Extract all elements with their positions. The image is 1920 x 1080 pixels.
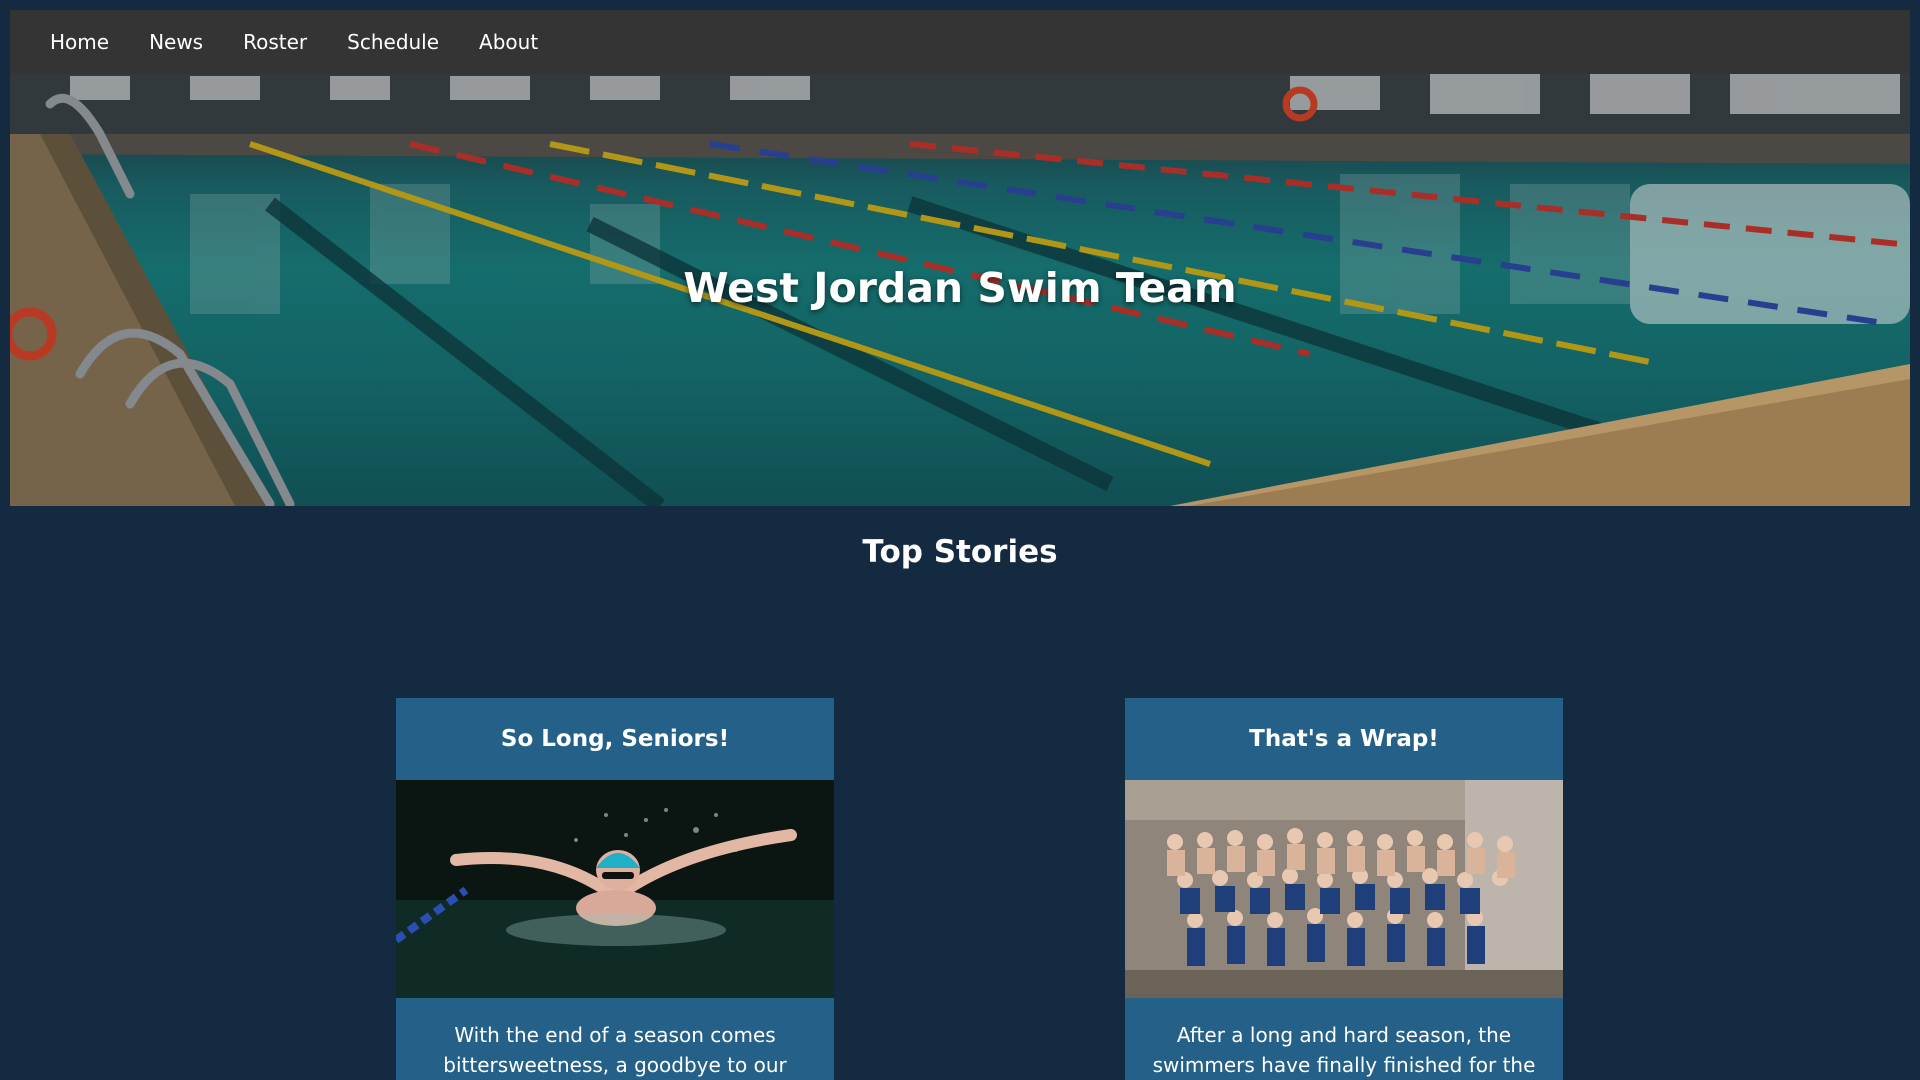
nav-news-link[interactable]: News: [129, 30, 223, 54]
top-stories-title: Top Stories: [862, 534, 1058, 570]
nav-roster-link[interactable]: Roster: [223, 30, 327, 54]
nav-about-link[interactable]: About: [459, 30, 558, 54]
story-card-title[interactable]: That's a Wrap!: [1125, 698, 1563, 780]
page-frame: Home News Roster Schedule About West Jor…: [10, 10, 1910, 1080]
nav-home-link[interactable]: Home: [30, 30, 129, 54]
navbar: Home News Roster Schedule About: [10, 10, 1910, 74]
story-card-summary: After a long and hard season, the swimme…: [1152, 1023, 1536, 1077]
story-card-seniors[interactable]: So Long, Seniors! With the end of a seas…: [396, 698, 834, 1080]
nav-schedule-link[interactable]: Schedule: [327, 30, 459, 54]
hero-title: West Jordan Swim Team: [683, 264, 1237, 312]
team-photo-image: [1125, 780, 1563, 998]
story-card-title[interactable]: So Long, Seniors!: [396, 698, 834, 780]
story-card-wrap[interactable]: That's a Wrap! After a long and hard sea…: [1125, 698, 1563, 1080]
butterfly-swimmer-image: [396, 780, 834, 998]
story-card-summary: With the end of a season comes bitterswe…: [443, 1023, 787, 1077]
hero-banner: West Jordan Swim Team: [10, 74, 1910, 506]
